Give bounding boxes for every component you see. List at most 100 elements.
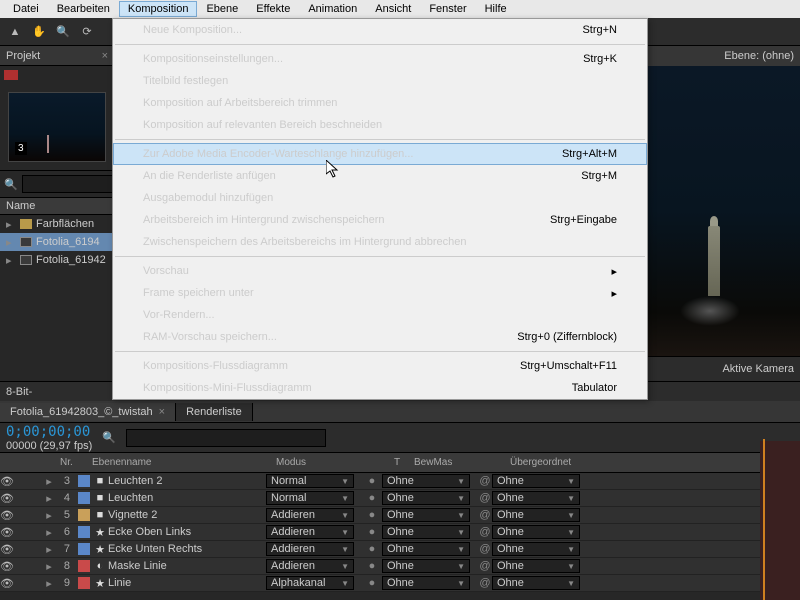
layer-row[interactable]: 👁▸9★LinieAlphakanal▼●Ohne▼@Ohne▼ (0, 575, 800, 592)
rotate-tool-icon[interactable]: ⟳ (76, 21, 98, 43)
pickwhip-icon[interactable]: @ (478, 509, 492, 521)
label-color[interactable] (78, 475, 90, 487)
layer-row[interactable]: 👁▸6★Ecke Oben LinksAddieren▼●Ohne▼@Ohne▼ (0, 524, 800, 541)
bpc-label[interactable]: 8-Bit- (6, 386, 32, 398)
menu-ansicht[interactable]: Ansicht (366, 1, 420, 17)
menubar[interactable]: DateiBearbeitenKompositionEbeneEffekteAn… (0, 0, 800, 18)
layer-row[interactable]: 👁▸4■LeuchtenNormal▼●Ohne▼@Ohne▼ (0, 490, 800, 507)
layer-name[interactable]: Ecke Oben Links (106, 526, 266, 538)
menu-bearbeiten[interactable]: Bearbeiten (48, 1, 119, 17)
menu-item[interactable]: Kompositions-Mini-FlussdiagrammTabulator (113, 377, 647, 399)
menu-datei[interactable]: Datei (4, 1, 48, 17)
parent-dropdown[interactable]: Ohne▼ (492, 559, 580, 573)
menu-effekte[interactable]: Effekte (247, 1, 299, 17)
layer-row[interactable]: 👁▸8◐Maske LinieAddieren▼●Ohne▼@Ohne▼ (0, 558, 800, 575)
menu-item[interactable]: Arbeitsbereich im Hintergrund zwischensp… (113, 209, 647, 231)
parent-dropdown[interactable]: Ohne▼ (492, 525, 580, 539)
track-matte-toggle[interactable]: ● (362, 509, 382, 521)
pickwhip-icon[interactable]: @ (478, 560, 492, 572)
menu-ebene[interactable]: Ebene (197, 1, 247, 17)
col-t[interactable]: T (390, 457, 410, 468)
menu-item[interactable]: Frame speichern unter▸ (113, 282, 647, 304)
track-matte-toggle[interactable]: ● (362, 526, 382, 538)
playhead[interactable] (763, 439, 765, 600)
layer-row[interactable]: 👁▸3■Leuchten 2Normal▼●Ohne▼@Ohne▼ (0, 473, 800, 490)
label-color-icon[interactable] (4, 70, 18, 80)
menu-item[interactable]: Vor-Rendern... (113, 304, 647, 326)
blend-mode-dropdown[interactable]: Addieren▼ (266, 559, 354, 573)
parent-dropdown[interactable]: Ohne▼ (492, 542, 580, 556)
project-thumbnail[interactable]: 3 (8, 92, 106, 162)
track-matte-toggle[interactable]: ● (362, 577, 382, 589)
menu-item[interactable]: Zur Adobe Media Encoder-Warteschlange hi… (113, 143, 647, 165)
blend-mode-dropdown[interactable]: Addieren▼ (266, 542, 354, 556)
parent-dropdown[interactable]: Ohne▼ (492, 508, 580, 522)
visibility-icon[interactable]: 👁 (0, 560, 14, 573)
label-color[interactable] (78, 492, 90, 504)
col-trkmat[interactable]: BewMas (410, 457, 506, 468)
layer-row[interactable]: 👁▸7★Ecke Unten RechtsAddieren▼●Ohne▼@Ohn… (0, 541, 800, 558)
track-matte-toggle[interactable]: ● (362, 560, 382, 572)
pickwhip-icon[interactable]: @ (478, 492, 492, 504)
selection-tool-icon[interactable]: ▲ (4, 21, 26, 43)
hand-tool-icon[interactable]: ✋ (28, 21, 50, 43)
trkmat-dropdown[interactable]: Ohne▼ (382, 508, 470, 522)
menu-fenster[interactable]: Fenster (420, 1, 475, 17)
twirl-icon[interactable]: ▸ (42, 492, 56, 505)
menu-item[interactable]: Neue Komposition...Strg+N (113, 19, 647, 41)
visibility-icon[interactable]: 👁 (0, 526, 14, 539)
layer-name[interactable]: Linie (106, 577, 266, 589)
twirl-icon[interactable]: ▸ (42, 475, 56, 488)
menu-item[interactable]: Vorschau▸ (113, 260, 647, 282)
layer-dropdown[interactable]: Ebene: (ohne) (724, 50, 794, 62)
menu-item[interactable]: Kompositionseinstellungen...Strg+K (113, 48, 647, 70)
pickwhip-icon[interactable]: @ (478, 577, 492, 589)
project-column-header[interactable]: Name (0, 197, 114, 215)
label-color[interactable] (78, 526, 90, 538)
trkmat-dropdown[interactable]: Ohne▼ (382, 542, 470, 556)
trkmat-dropdown[interactable]: Ohne▼ (382, 491, 470, 505)
track-matte-toggle[interactable]: ● (362, 543, 382, 555)
project-item[interactable]: ▸Farbflächen (0, 215, 114, 233)
visibility-icon[interactable]: 👁 (0, 509, 14, 522)
zoom-tool-icon[interactable]: 🔍 (52, 21, 74, 43)
menu-item[interactable]: Komposition auf Arbeitsbereich trimmen (113, 92, 647, 114)
timeline-tab[interactable]: Fotolia_61942803_©_twistah× (0, 403, 176, 421)
pickwhip-icon[interactable]: @ (478, 475, 492, 487)
trkmat-dropdown[interactable]: Ohne▼ (382, 559, 470, 573)
col-mode[interactable]: Modus (272, 457, 390, 468)
col-parent[interactable]: Übergeordnet (506, 457, 602, 468)
layer-name[interactable]: Ecke Unten Rechts (106, 543, 266, 555)
project-item[interactable]: ▸Fotolia_61942 (0, 251, 114, 269)
visibility-icon[interactable]: 👁 (0, 543, 14, 556)
twirl-icon[interactable]: ▸ (42, 577, 56, 590)
trkmat-dropdown[interactable]: Ohne▼ (382, 474, 470, 488)
blend-mode-dropdown[interactable]: Addieren▼ (266, 508, 354, 522)
label-color[interactable] (78, 509, 90, 521)
col-nr[interactable]: Nr. (56, 457, 88, 468)
col-name[interactable]: Ebenenname (88, 457, 272, 468)
twirl-icon[interactable]: ▸ (42, 526, 56, 539)
project-tab[interactable]: Projekt × (0, 46, 114, 66)
timecode[interactable]: 0;00;00;00 (6, 424, 92, 440)
blend-mode-dropdown[interactable]: Addieren▼ (266, 525, 354, 539)
label-color[interactable] (78, 543, 90, 555)
visibility-icon[interactable]: 👁 (0, 492, 14, 505)
timeline-search-input[interactable] (126, 429, 326, 447)
track-matte-toggle[interactable]: ● (362, 492, 382, 504)
twirl-icon[interactable]: ▸ (42, 509, 56, 522)
label-color[interactable] (78, 577, 90, 589)
twirl-icon[interactable]: ▸ (42, 560, 56, 573)
visibility-icon[interactable]: 👁 (0, 577, 14, 590)
blend-mode-dropdown[interactable]: Normal▼ (266, 491, 354, 505)
timeline-track-area[interactable] (760, 441, 800, 600)
layer-name[interactable]: Leuchten (106, 492, 266, 504)
pickwhip-icon[interactable]: @ (478, 543, 492, 555)
label-color[interactable] (78, 560, 90, 572)
visibility-icon[interactable]: 👁 (0, 475, 14, 488)
parent-dropdown[interactable]: Ohne▼ (492, 491, 580, 505)
layer-name[interactable]: Vignette 2 (106, 509, 266, 521)
project-item[interactable]: ▸Fotolia_6194 (0, 233, 114, 251)
active-camera-label[interactable]: Aktive Kamera (722, 363, 794, 375)
menu-hilfe[interactable]: Hilfe (476, 1, 516, 17)
